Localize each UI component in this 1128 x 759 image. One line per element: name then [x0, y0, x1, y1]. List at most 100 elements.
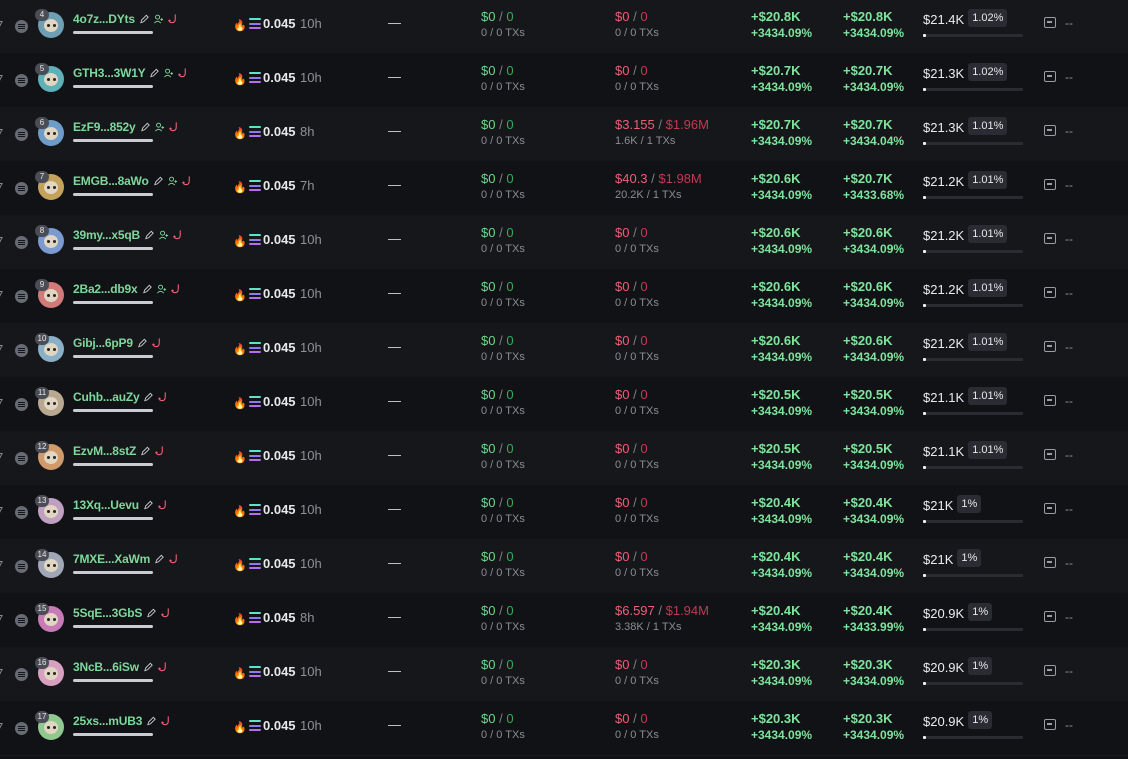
list-icon[interactable]: [15, 560, 28, 573]
hook-icon[interactable]: [151, 337, 162, 349]
list-icon[interactable]: [15, 722, 28, 735]
user-add-icon[interactable]: [158, 229, 169, 241]
table-row[interactable]: 7 9 2Ba2...db9x 🔥 0.045 10h — $0 / 0 0 /…: [0, 269, 1128, 324]
hook-icon[interactable]: [157, 499, 168, 511]
list-icon[interactable]: [15, 506, 28, 519]
table-row[interactable]: 7 14 7MXE...XaWm 🔥 0.045 10h — $0 / 0 0 …: [0, 539, 1128, 594]
table-row[interactable]: 7 13 13Xq...Uevu 🔥 0.045 10h — $0 / 0 0 …: [0, 485, 1128, 540]
rank-badge: 11: [35, 387, 49, 399]
folder-icon[interactable]: [1044, 341, 1056, 352]
folder-icon[interactable]: [1044, 17, 1056, 28]
user-add-icon[interactable]: [167, 175, 178, 187]
hook-icon[interactable]: [167, 13, 178, 25]
hook-icon[interactable]: [168, 553, 179, 565]
user-add-icon[interactable]: [153, 13, 164, 25]
table-row[interactable]: 7 5 GTH3...3W1Y 🔥 0.045 10h — $0 / 0 0 /…: [0, 53, 1128, 108]
sold-usd: $0: [615, 495, 630, 510]
folder-icon[interactable]: [1044, 557, 1056, 568]
list-icon[interactable]: [15, 74, 28, 87]
table-row[interactable]: 7 7 EMGB...8aWo 🔥 0.045 7h — $0 / 0 0 / …: [0, 161, 1128, 216]
list-icon[interactable]: [15, 128, 28, 141]
folder-icon[interactable]: [1044, 233, 1056, 244]
list-icon[interactable]: [15, 344, 28, 357]
avatar-eye-right: [53, 348, 56, 351]
wallet-name[interactable]: GTH3...3W1Y: [73, 66, 146, 80]
wallet-name[interactable]: 13Xq...Uevu: [73, 498, 139, 512]
table-row[interactable]: 7 6 EzF9...852y 🔥 0.045 8h — $0 / 0 0 / …: [0, 107, 1128, 162]
user-add-icon[interactable]: [154, 121, 165, 133]
wallet-name[interactable]: 25xs...mUB3: [73, 714, 142, 728]
hook-icon[interactable]: [157, 661, 168, 673]
edit-icon[interactable]: [146, 607, 157, 619]
wallet-name[interactable]: EzF9...852y: [73, 120, 136, 134]
bought-usd: $0: [481, 171, 496, 186]
folder-icon[interactable]: [1044, 71, 1056, 82]
folder-icon[interactable]: [1044, 503, 1056, 514]
hook-icon[interactable]: [172, 229, 183, 241]
wallet-name[interactable]: 7MXE...XaWm: [73, 552, 150, 566]
edit-icon[interactable]: [140, 445, 151, 457]
edit-icon[interactable]: [137, 337, 148, 349]
edit-icon[interactable]: [143, 661, 154, 673]
wallet-name[interactable]: Cuhb...auZy: [73, 390, 140, 404]
hook-icon[interactable]: [160, 715, 171, 727]
folder-icon[interactable]: [1044, 719, 1056, 730]
wallet-name[interactable]: EzvM...8stZ: [73, 444, 136, 458]
folder-icon[interactable]: [1044, 611, 1056, 622]
edit-icon[interactable]: [139, 13, 150, 25]
wallet-age: 10h: [300, 556, 322, 571]
edit-icon[interactable]: [149, 67, 160, 79]
hook-icon[interactable]: [181, 175, 192, 187]
edit-icon[interactable]: [144, 229, 155, 241]
solana-icon: [249, 72, 261, 83]
table-row[interactable]: 7 11 Cuhb...auZy 🔥 0.045 10h — $0 / 0 0 …: [0, 377, 1128, 432]
list-icon[interactable]: [15, 236, 28, 249]
edit-icon[interactable]: [143, 391, 154, 403]
hook-icon[interactable]: [160, 607, 171, 619]
list-icon[interactable]: [15, 20, 28, 33]
table-row[interactable]: 7 15 5SqE...3GbS 🔥 0.045 8h — $0 / 0 0 /…: [0, 593, 1128, 648]
edit-icon[interactable]: [143, 499, 154, 511]
wallet-name[interactable]: 39my...x5qB: [73, 228, 140, 242]
edit-icon[interactable]: [140, 121, 151, 133]
wallet-name[interactable]: 5SqE...3GbS: [73, 606, 142, 620]
edit-icon[interactable]: [146, 715, 157, 727]
edit-icon[interactable]: [153, 175, 164, 187]
hook-icon[interactable]: [170, 283, 181, 295]
wallet-name[interactable]: EMGB...8aWo: [73, 174, 149, 188]
folder-icon[interactable]: [1044, 125, 1056, 136]
wallet-age: 10h: [300, 70, 322, 85]
folder-icon[interactable]: [1044, 449, 1056, 460]
folder-icon[interactable]: [1044, 395, 1056, 406]
wallet-name[interactable]: 4o7z...DYts: [73, 12, 135, 26]
folder-icon[interactable]: [1044, 179, 1056, 190]
list-icon[interactable]: [15, 668, 28, 681]
table-row[interactable]: 7 12 EzvM...8stZ 🔥 0.045 10h — $0 / 0 0 …: [0, 431, 1128, 486]
hook-icon[interactable]: [168, 121, 179, 133]
table-row[interactable]: 7 8 39my...x5qB 🔥 0.045 10h — $0 / 0 0 /…: [0, 215, 1128, 270]
list-icon[interactable]: [15, 614, 28, 627]
hook-icon[interactable]: [157, 391, 168, 403]
folder-icon[interactable]: [1044, 665, 1056, 676]
edit-icon[interactable]: [142, 283, 153, 295]
wallet-name[interactable]: 3NcB...6iSw: [73, 660, 139, 674]
folder-icon[interactable]: [1044, 287, 1056, 298]
user-add-icon[interactable]: [156, 283, 167, 295]
list-icon[interactable]: [15, 452, 28, 465]
list-icon[interactable]: [15, 182, 28, 195]
table-row[interactable]: 7 4 4o7z...DYts 🔥 0.045 10h — $0 / 0 0 /…: [0, 0, 1128, 54]
table-row[interactable]: 7 16 3NcB...6iSw 🔥 0.045 10h — $0 / 0 0 …: [0, 647, 1128, 702]
hook-icon[interactable]: [177, 67, 188, 79]
list-icon[interactable]: [15, 290, 28, 303]
bought-txs: 0 / 0 TXs: [481, 27, 525, 39]
list-icon[interactable]: [15, 398, 28, 411]
hook-icon[interactable]: [154, 445, 165, 457]
unrealized-pnl: +$20.4K: [751, 495, 801, 510]
table-row[interactable]: 7 17 25xs...mUB3 🔥 0.045 10h — $0 / 0 0 …: [0, 701, 1128, 756]
wallet-name[interactable]: Gibj...6pP9: [73, 336, 133, 350]
edit-icon[interactable]: [154, 553, 165, 565]
empty-column-dash: —: [388, 339, 401, 354]
table-row[interactable]: 7 10 Gibj...6pP9 🔥 0.045 10h — $0 / 0 0 …: [0, 323, 1128, 378]
user-add-icon[interactable]: [163, 67, 174, 79]
wallet-name[interactable]: 2Ba2...db9x: [73, 282, 138, 296]
